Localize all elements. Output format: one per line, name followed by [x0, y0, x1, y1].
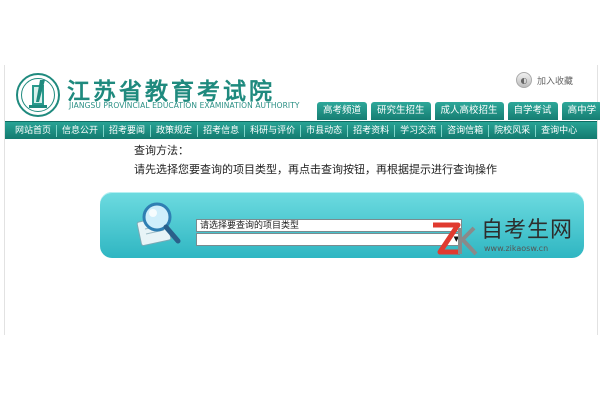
nav-materials[interactable]: 招考资料 — [347, 124, 394, 137]
channel-tabs: 高考频道 研究生招生 成人高校招生 自学考试 高中学 — [317, 102, 600, 120]
nav-exam-info[interactable]: 招考信息 — [197, 124, 244, 137]
nav-colleges[interactable]: 院校风采 — [488, 124, 535, 137]
nav-policy[interactable]: 政策规定 — [150, 124, 197, 137]
nav-info-open[interactable]: 信息公开 — [56, 124, 103, 137]
watermark-logo-icon — [433, 222, 478, 256]
select-value: 请选择要查询的项目类型 — [200, 221, 300, 231]
tab-self-study[interactable]: 自学考试 — [507, 102, 558, 120]
nav-home[interactable]: 网站首页 — [5, 125, 56, 137]
nav-exchange[interactable]: 学习交流 — [394, 124, 441, 137]
tab-gaokao[interactable]: 高考频道 — [317, 102, 368, 120]
watermark-text: 自考生网 — [481, 218, 574, 243]
main-nav: 网站首页 信息公开 招考要闻 政策规定 招考信息 科研与评价 市县动态 招考资料… — [5, 121, 597, 139]
tab-high-school[interactable]: 高中学 — [561, 102, 600, 120]
magnifier-icon — [136, 202, 181, 246]
tab-graduate[interactable]: 研究生招生 — [371, 102, 431, 120]
tab-adult[interactable]: 成人高校招生 — [434, 102, 504, 120]
watermark-url: www.zikaosw.cn — [484, 244, 549, 253]
nav-mailbox[interactable]: 咨询信箱 — [441, 124, 488, 137]
query-method-title: 查询方法： — [134, 144, 189, 157]
add-favorite-label: 加入收藏 — [537, 76, 574, 87]
nav-news[interactable]: 招考要闻 — [103, 124, 150, 137]
nav-query-center[interactable]: 查询中心 — [535, 124, 582, 137]
nav-research[interactable]: 科研与评价 — [244, 124, 300, 137]
project-type-select[interactable]: 请选择要查询的项目类型 — [196, 219, 462, 232]
site-subtitle: JIANGSU PROVINCIAL EDUCATION EXAMINATION… — [69, 101, 300, 110]
sub-project-select[interactable]: ▼ — [196, 233, 462, 246]
favorite-icon: ◐ — [516, 72, 532, 88]
nav-local[interactable]: 市县动态 — [300, 124, 347, 137]
query-method-text: 请先选择您要查询的项目类型，再点击查询按钮，再根据提示进行查询操作 — [134, 163, 497, 176]
authority-logo-icon — [16, 73, 60, 117]
add-favorite-link[interactable]: ◐ 加入收藏 — [516, 72, 573, 88]
